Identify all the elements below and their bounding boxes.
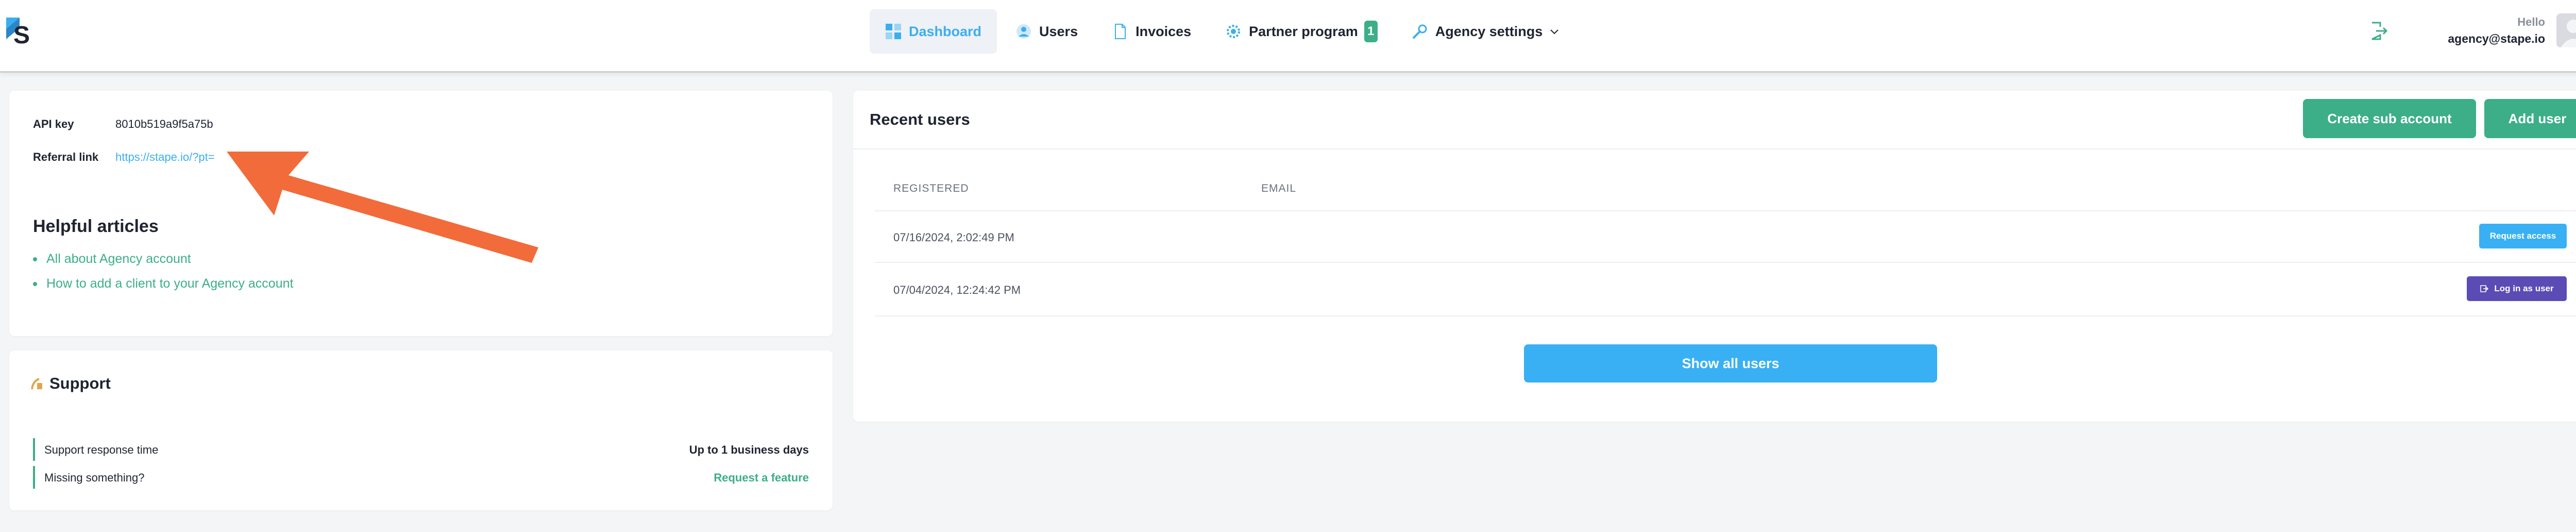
log-in-as-user-button[interactable]: Log in as user	[2467, 276, 2567, 301]
row-registered-date: 07/16/2024, 2:02:49 PM	[893, 231, 1014, 244]
chevron-down-icon	[1550, 29, 1558, 35]
support-card: Support Support response time Up to 1 bu…	[9, 351, 833, 510]
support-icon	[31, 378, 42, 390]
nav-invoices[interactable]: Invoices	[1096, 9, 1207, 54]
article-link[interactable]: All about Agency account	[33, 252, 191, 267]
svg-text:S: S	[13, 22, 30, 49]
user-email: agency@stape.io	[2448, 32, 2545, 45]
row-accent-bar	[33, 438, 35, 461]
nav-dashboard-label: Dashboard	[909, 23, 982, 39]
row-divider	[875, 262, 2576, 263]
header-divider	[853, 148, 2576, 149]
avatar[interactable]	[2556, 13, 2576, 47]
row-registered-date: 07/04/2024, 12:24:42 PM	[893, 284, 1021, 296]
request-feature-link[interactable]: Request a feature	[714, 471, 809, 485]
api-key-value[interactable]: 8010b519a9f5a75b	[115, 118, 213, 131]
column-email: EMAIL	[1261, 182, 1297, 194]
nav-users-label: Users	[1039, 23, 1078, 39]
login-icon	[2480, 285, 2489, 292]
support-response-label: Support response time	[44, 443, 159, 456]
users-icon	[1016, 24, 1031, 39]
user-greeting: Hello agency@stape.io	[2448, 14, 2545, 47]
nav-partner-program[interactable]: Partner program 1	[1210, 9, 1393, 54]
article-link-label: All about Agency account	[46, 252, 191, 266]
row-accent-bar	[33, 466, 35, 489]
recent-users-card: Recent users Create sub account Add user…	[853, 91, 2576, 422]
avatar-icon	[2561, 20, 2576, 47]
invoice-icon	[1115, 24, 1126, 39]
nav-dashboard[interactable]: Dashboard	[870, 9, 997, 54]
logout-icon[interactable]	[2368, 21, 2388, 41]
nav-partner-label: Partner program	[1249, 23, 1358, 39]
bullet-icon	[33, 257, 37, 261]
partner-icon	[1227, 25, 1241, 38]
missing-something-label: Missing something?	[44, 471, 145, 484]
support-response-value: Up to 1 business days	[689, 443, 809, 456]
support-title: Support	[30, 374, 111, 393]
recent-users-title: Recent users	[870, 110, 970, 128]
wrench-icon	[1412, 24, 1427, 39]
referral-link[interactable]: https://stape.io/?pt=	[115, 151, 215, 164]
article-link-label: How to add a client to your Agency accou…	[46, 276, 294, 291]
column-registered: REGISTERED	[893, 182, 969, 194]
support-title-label: Support	[49, 374, 111, 392]
create-sub-account-button[interactable]: Create sub account	[2303, 99, 2476, 138]
nav-users[interactable]: Users	[1000, 9, 1093, 54]
bullet-icon	[33, 281, 37, 286]
row-divider	[875, 210, 2576, 211]
api-key-label: API key	[33, 118, 74, 130]
top-header: S Dashboard Users Invoices Partner progr…	[0, 0, 2576, 73]
main-nav: Dashboard Users Invoices Partner program	[870, 9, 1579, 54]
partner-count-badge: 1	[1364, 21, 1378, 42]
row-divider	[875, 315, 2576, 317]
referral-link-label: Referral link	[33, 151, 99, 163]
stape-logo-icon[interactable]: S	[6, 18, 33, 49]
add-user-button[interactable]: Add user	[2484, 99, 2576, 138]
annotation-arrow-icon	[227, 152, 538, 263]
nav-invoices-label: Invoices	[1136, 23, 1192, 39]
log-in-as-user-label: Log in as user	[2494, 284, 2554, 293]
dashboard-icon	[886, 24, 901, 39]
helpful-articles-title: Helpful articles	[33, 217, 159, 236]
show-all-users-button[interactable]: Show all users	[1524, 344, 1937, 383]
article-link[interactable]: How to add a client to your Agency accou…	[33, 276, 293, 291]
nav-agency-settings-label: Agency settings	[1435, 23, 1543, 39]
hello-text: Hello	[2517, 15, 2545, 28]
request-access-button[interactable]: Request access	[2479, 224, 2567, 248]
nav-agency-settings[interactable]: Agency settings	[1396, 9, 1576, 54]
